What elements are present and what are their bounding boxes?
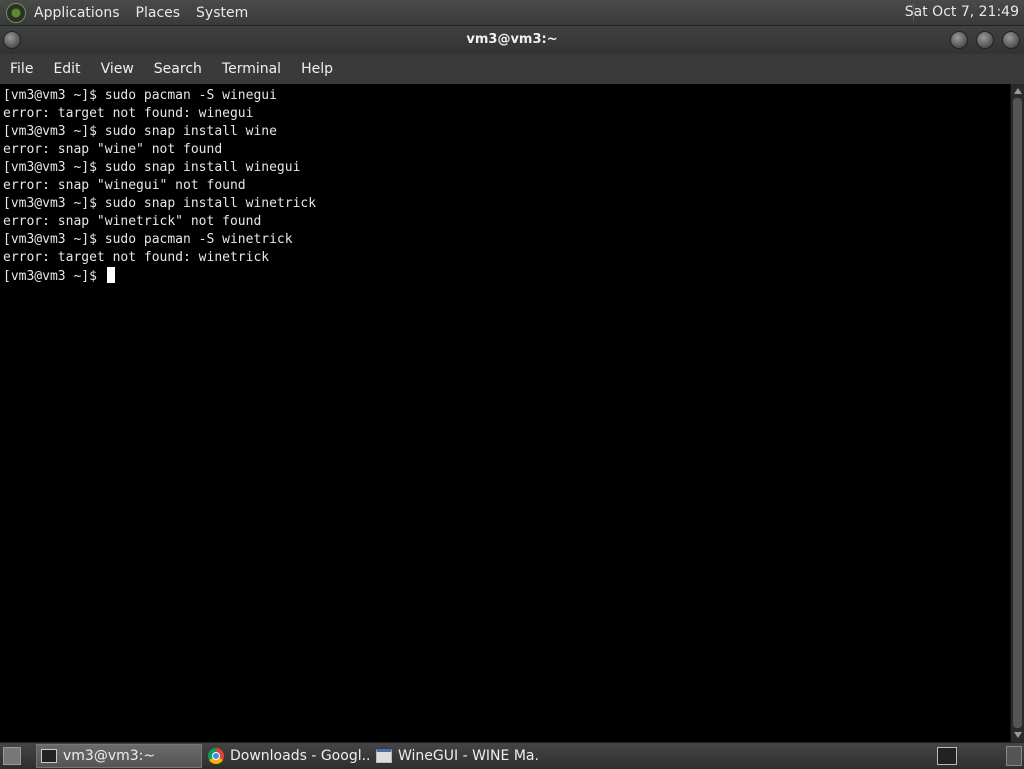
scroll-up-arrow-icon[interactable]	[1014, 88, 1022, 94]
menu-search[interactable]: Search	[144, 61, 212, 77]
scrollbar-thumb[interactable]	[1013, 98, 1022, 728]
terminal-prompt: [vm3@vm3 ~]$	[3, 269, 105, 284]
terminal-line: error: snap "wine" not found	[3, 142, 223, 157]
minimize-button[interactable]	[950, 31, 968, 49]
menu-view[interactable]: View	[91, 61, 144, 77]
task-label: vm3@vm3:~	[63, 748, 156, 764]
menu-places[interactable]: Places	[136, 5, 181, 21]
task-label: Downloads - Googl...	[230, 748, 370, 764]
workspace-switcher[interactable]	[1006, 746, 1022, 766]
terminal-line: [vm3@vm3 ~]$ sudo snap install wine	[3, 124, 277, 139]
window-title: vm3@vm3:~	[466, 32, 558, 47]
terminal-icon	[41, 749, 57, 763]
terminal-line: [vm3@vm3 ~]$ sudo snap install winegui	[3, 160, 301, 175]
terminal-output[interactable]: [vm3@vm3 ~]$ sudo pacman -S winegui erro…	[0, 84, 1010, 742]
chrome-icon	[208, 748, 224, 764]
menu-applications[interactable]: Applications	[34, 5, 120, 21]
menu-edit[interactable]: Edit	[43, 61, 90, 77]
window-titlebar[interactable]: vm3@vm3:~	[0, 26, 1024, 54]
tray-terminal-icon[interactable]	[937, 747, 957, 765]
maximize-button[interactable]	[976, 31, 994, 49]
terminal-scrollbar[interactable]	[1010, 84, 1024, 742]
scroll-down-arrow-icon[interactable]	[1014, 732, 1022, 738]
terminal-line: [vm3@vm3 ~]$ sudo pacman -S winegui	[3, 88, 277, 103]
task-terminal[interactable]: vm3@vm3:~	[36, 744, 202, 768]
menu-file[interactable]: File	[0, 61, 43, 77]
close-button[interactable]	[1002, 31, 1020, 49]
terminal-menubar: File Edit View Search Terminal Help	[0, 54, 1024, 84]
applications-logo-icon[interactable]	[6, 2, 26, 23]
top-panel: Applications Places System Sat Oct 7, 21…	[0, 0, 1024, 26]
menu-terminal[interactable]: Terminal	[212, 61, 291, 77]
terminal-line: error: snap "winegui" not found	[3, 178, 246, 193]
task-chrome-downloads[interactable]: Downloads - Googl...	[204, 744, 370, 768]
terminal-line: error: target not found: winetrick	[3, 250, 270, 265]
show-desktop-icon[interactable]	[3, 747, 21, 765]
text-cursor	[106, 267, 115, 283]
task-winegui[interactable]: WineGUI - WINE Ma...	[372, 744, 538, 768]
terminal-line: error: target not found: winegui	[3, 106, 254, 121]
window-icon	[376, 749, 392, 763]
bottom-taskbar: vm3@vm3:~ Downloads - Googl... WineGUI -…	[0, 742, 1024, 769]
clock[interactable]: Sat Oct 7, 21:49	[905, 4, 1019, 20]
terminal-line: error: snap "winetrick" not found	[3, 214, 262, 229]
terminal-line: [vm3@vm3 ~]$ sudo pacman -S winetrick	[3, 232, 293, 247]
terminal-line: [vm3@vm3 ~]$ sudo snap install winetrick	[3, 196, 317, 211]
terminal-prompt-line[interactable]: [vm3@vm3 ~]$	[3, 267, 1010, 285]
menu-help[interactable]: Help	[291, 61, 343, 77]
task-label: WineGUI - WINE Ma...	[398, 748, 538, 764]
menu-system[interactable]: System	[196, 5, 248, 21]
